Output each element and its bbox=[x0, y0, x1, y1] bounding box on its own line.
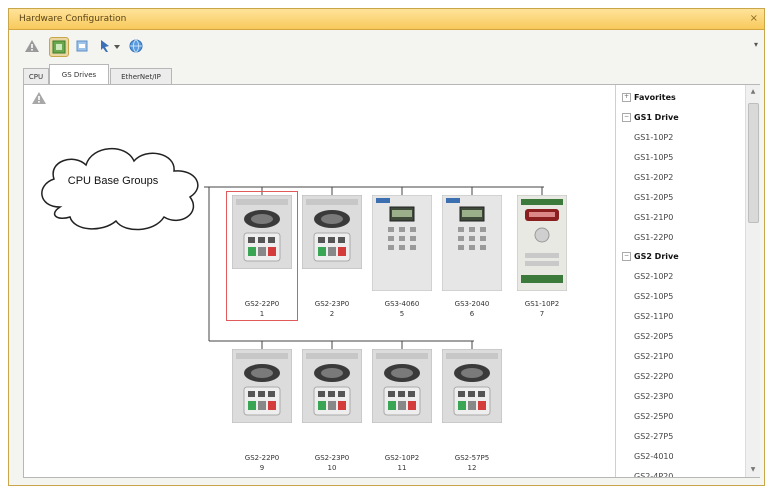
catalog-item[interactable]: GS2-23P0 bbox=[634, 388, 673, 406]
globe-icon bbox=[129, 39, 143, 53]
catalog-item[interactable]: GS2-10P5 bbox=[634, 288, 673, 306]
catalog-item[interactable]: GS2-4010 bbox=[634, 448, 674, 466]
tab-gs-drives[interactable]: GS Drives bbox=[49, 64, 109, 84]
pointer-icon bbox=[101, 40, 120, 52]
drive-node[interactable]: GS2-10P2 11 bbox=[371, 348, 433, 472]
catalog-item[interactable]: GS2-27P5 bbox=[634, 428, 673, 446]
globe-button[interactable] bbox=[127, 37, 145, 55]
catalog-item[interactable]: GS2-25P0 bbox=[634, 408, 673, 426]
drive-slot-number: 12 bbox=[467, 464, 477, 472]
drive-slot-number: 10 bbox=[327, 464, 337, 472]
scroll-up-icon[interactable]: ▲ bbox=[748, 87, 758, 97]
tree-group-label: GS2 Drive bbox=[634, 252, 679, 261]
cloud-icon bbox=[41, 147, 199, 231]
tree-group-label: Favorites bbox=[634, 93, 676, 102]
catalog-scrollbar[interactable]: ▲ ▼ bbox=[745, 85, 760, 477]
tab-ethernet-ip[interactable]: EtherNet/IP bbox=[110, 68, 172, 84]
gs2-drive-icon bbox=[301, 194, 363, 270]
scroll-down-icon[interactable]: ▼ bbox=[748, 465, 758, 475]
tree-group-label: GS1 Drive bbox=[634, 113, 679, 122]
drive-node[interactable]: GS2-22P0 9 bbox=[231, 348, 293, 472]
selected-drive-outline bbox=[226, 191, 298, 321]
tree-group-favorites[interactable]: + Favorites bbox=[622, 89, 676, 107]
close-icon[interactable]: × bbox=[750, 9, 758, 29]
tree-group-gs2-drive[interactable]: − GS2 Drive bbox=[622, 248, 679, 266]
catalog-item[interactable]: GS2-4P20 bbox=[634, 468, 673, 477]
catalog-item[interactable]: GS2-21P0 bbox=[634, 348, 673, 366]
drive-node[interactable]: GS1-10P2 7 bbox=[516, 194, 568, 318]
drive-model-label: GS2-57P5 bbox=[454, 454, 490, 462]
drive-slot-number: 6 bbox=[469, 310, 475, 318]
window-title: Hardware Configuration bbox=[19, 14, 127, 24]
refresh-button[interactable] bbox=[73, 37, 91, 55]
configure-button[interactable] bbox=[49, 37, 69, 57]
drive-config-panel: CPU Base Groups GS2-22P0 1 GS2-23P0 2 GS… bbox=[23, 84, 760, 478]
drive-model-label: GS2-23P0 bbox=[314, 454, 350, 462]
drive-slot-number: 2 bbox=[329, 310, 335, 318]
gs2-drive-icon bbox=[371, 348, 433, 424]
gs1-drive-icon bbox=[516, 194, 568, 292]
catalog-item[interactable]: GS1-20P5 bbox=[634, 189, 673, 207]
warning-icon bbox=[25, 40, 39, 52]
drive-model-label: GS3-4060 bbox=[384, 300, 420, 308]
drive-slot-number: 5 bbox=[399, 310, 405, 318]
catalog-item[interactable]: GS1-22P0 bbox=[634, 229, 673, 247]
drive-node[interactable]: GS2-57P5 12 bbox=[441, 348, 503, 472]
refresh-icon bbox=[76, 40, 88, 52]
catalog-item[interactable]: GS2-10P2 bbox=[634, 268, 673, 286]
catalog-item[interactable]: GS2-20P5 bbox=[634, 328, 673, 346]
catalog-item[interactable]: GS2-11P0 bbox=[634, 308, 673, 326]
drive-model-label: GS3-2040 bbox=[454, 300, 490, 308]
catalog-item[interactable]: GS1-20P2 bbox=[634, 169, 673, 187]
toolbar-overflow-chevron-down-icon[interactable]: ▾ bbox=[754, 40, 758, 49]
catalog-item[interactable]: GS1-21P0 bbox=[634, 209, 673, 227]
gs3-drive-icon bbox=[371, 194, 433, 292]
tree-group-gs1-drive[interactable]: − GS1 Drive bbox=[622, 109, 679, 127]
cloud-label: CPU Base Groups bbox=[67, 175, 159, 187]
collapse-icon[interactable]: − bbox=[622, 113, 631, 122]
warning-button[interactable] bbox=[23, 37, 41, 55]
drive-layout-canvas: CPU Base Groups GS2-22P0 1 GS2-23P0 2 GS… bbox=[24, 85, 614, 477]
collapse-icon[interactable]: − bbox=[622, 252, 631, 261]
drive-node[interactable]: GS2-23P0 2 bbox=[301, 194, 363, 318]
gs2-drive-icon bbox=[301, 348, 363, 424]
drive-node[interactable]: GS3-2040 6 bbox=[441, 194, 503, 318]
tab-cpu[interactable]: CPU bbox=[23, 68, 49, 84]
catalog-item[interactable]: GS1-10P5 bbox=[634, 149, 673, 167]
drive-node[interactable]: GS2-23P0 10 bbox=[301, 348, 363, 472]
gs2-drive-icon bbox=[441, 348, 503, 424]
drive-slot-number: 9 bbox=[259, 464, 265, 472]
drive-node[interactable]: GS3-4060 5 bbox=[371, 194, 433, 318]
drive-slot-number: 11 bbox=[397, 464, 407, 472]
expand-icon[interactable]: + bbox=[622, 93, 631, 102]
window-titlebar: Hardware Configuration × bbox=[9, 9, 764, 30]
drive-catalog-tree: + Favorites − GS1 Drive GS1-10P2 GS1-10P5 GS… bbox=[615, 85, 760, 477]
pointer-button[interactable] bbox=[97, 37, 123, 55]
scroll-thumb[interactable] bbox=[748, 103, 759, 223]
catalog-item[interactable]: GS1-10P2 bbox=[634, 129, 673, 147]
gs3-drive-icon bbox=[441, 194, 503, 292]
toolbar: ▾ bbox=[9, 30, 764, 62]
configure-icon bbox=[52, 40, 66, 54]
hardware-config-window: Hardware Configuration × ▾ CPU GS Drives… bbox=[8, 8, 765, 486]
drive-model-label: GS2-22P0 bbox=[244, 454, 280, 462]
cpu-base-groups-cloud[interactable]: CPU Base Groups bbox=[30, 137, 220, 237]
catalog-item[interactable]: GS2-22P0 bbox=[634, 368, 673, 386]
drive-slot-number: 7 bbox=[539, 310, 545, 318]
drive-model-label: GS1-10P2 bbox=[524, 300, 560, 308]
drive-model-label: GS2-10P2 bbox=[384, 454, 420, 462]
gs2-drive-icon bbox=[231, 348, 293, 424]
drive-model-label: GS2-23P0 bbox=[314, 300, 350, 308]
